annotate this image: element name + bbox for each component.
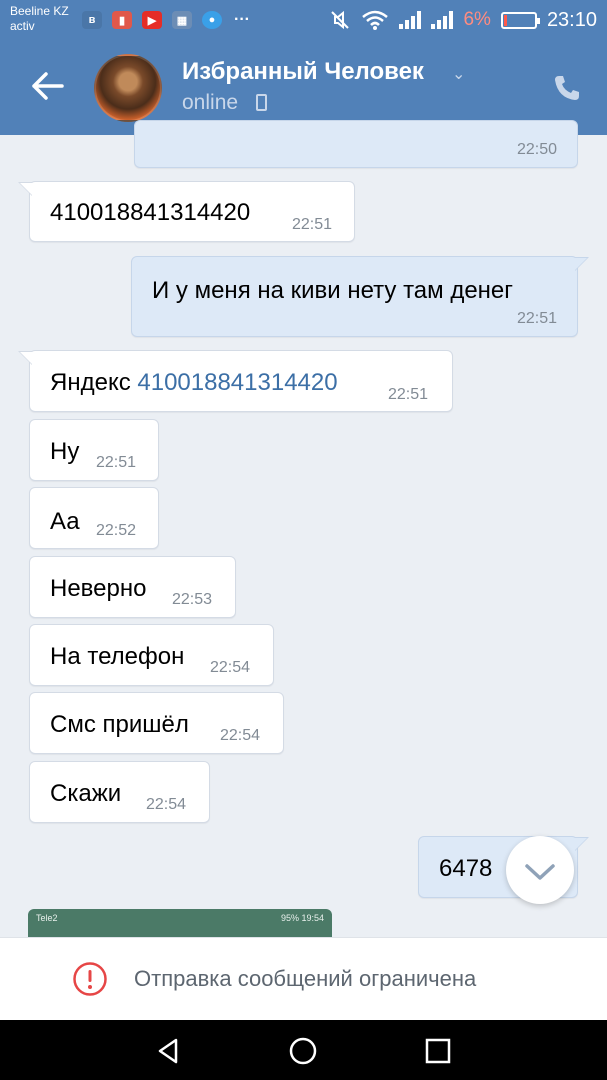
message-text: Ну [50,438,80,465]
mobile-device-icon [256,94,267,111]
message-time: 22:50 [516,141,557,158]
chevron-down-icon[interactable]: ⌄ [452,64,465,84]
signal-2-icon [431,11,454,29]
message-link[interactable]: 410018841314420 [137,369,337,396]
vk-icon: в [82,11,102,29]
message-incoming[interactable]: Яндекс 410018841314420 22:51 [18,350,453,412]
clock: 23:10 [546,8,597,31]
chevron-down-icon [525,864,555,880]
messenger-icon: ● [202,11,222,29]
nav-home-icon[interactable] [288,1036,318,1066]
presence-status: online [182,91,239,114]
system-nav-bar [0,1020,607,1080]
message-text: На телефон [50,643,185,670]
message-incoming[interactable]: Смс пришёл 22:54 [29,692,284,754]
signal-1-icon [399,11,422,29]
message-incoming[interactable]: 410018841314420 22:51 [18,181,355,242]
phone-call-icon[interactable] [552,73,582,103]
nav-back-icon[interactable] [154,1036,184,1066]
wifi-icon [362,10,389,30]
contact-name[interactable]: Избранный Человек [182,58,424,86]
message-text: 6478 [439,855,493,882]
message-time: 22:54 [146,796,187,813]
preview-status: 95% 19:54 [280,913,324,923]
message-text: Смс пришёл [50,711,189,738]
message-outgoing[interactable]: 22:50 [134,120,578,168]
message-incoming[interactable]: Скажи 22:54 [29,761,210,823]
mail-icon: ▮ [112,11,132,29]
warning-icon [73,962,107,996]
back-arrow-icon[interactable] [30,68,66,104]
chat-header: Beeline KZ activ в ▮ ▶ ▦ ● ··· 6% 23:10 [0,0,607,135]
message-text: И у меня на киви нету там денег [152,277,514,304]
message-text: Неверно [50,575,147,602]
message-text: Скажи [50,780,122,807]
battery-icon [500,11,540,29]
image-attachment-preview[interactable]: Tele2 95% 19:54 [28,909,332,939]
message-time: 22:53 [172,591,213,608]
message-outgoing[interactable]: И у меня на киви нету там денег 22:51 [131,256,589,337]
restriction-text: Отправка сообщений ограничена [134,966,477,991]
message-incoming[interactable]: На телефон 22:54 [29,624,274,686]
message-incoming[interactable]: Ну 22:51 [29,419,159,481]
message-text: Аа [50,508,80,535]
messaging-restricted-bar: Отправка сообщений ограничена [0,937,607,1020]
preview-carrier: Tele2 [36,913,58,923]
message-time: 22:54 [210,659,251,676]
nav-recents-icon[interactable] [423,1036,453,1066]
avatar[interactable] [94,54,162,122]
message-time: 22:51 [516,310,557,327]
carrier-label: Beeline KZ activ [10,4,69,33]
message-time: 22:51 [96,454,137,471]
message-incoming[interactable]: Аа 22:52 [29,487,159,549]
status-right: 6% 23:10 [329,8,597,32]
message-time: 22:52 [96,522,137,539]
message-incoming[interactable]: Неверно 22:53 [29,556,236,618]
battery-percent: 6% [463,9,491,30]
message-time: 22:54 [220,727,261,744]
message-time: 22:51 [388,386,429,403]
mute-icon [331,10,350,30]
scroll-to-bottom-button[interactable] [506,836,574,904]
more-icon: ··· [234,11,250,28]
youtube-icon: ▶ [142,11,162,29]
message-text: Яндекс 410018841314420 [50,369,338,396]
gallery-icon: ▦ [172,11,192,29]
message-time: 22:51 [292,216,333,233]
message-link[interactable]: 410018841314420 [50,199,250,227]
status-bar: Beeline KZ activ в ▮ ▶ ▦ ● ··· 6% 23:10 [0,0,607,40]
